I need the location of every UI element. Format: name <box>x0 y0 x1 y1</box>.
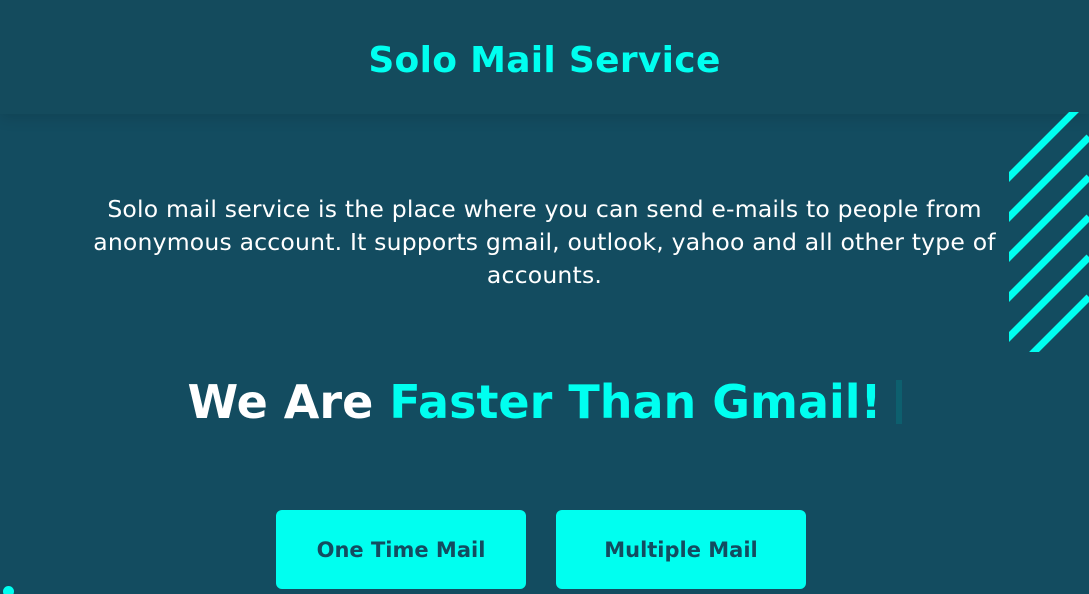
hero-tagline: We Are Faster Than Gmail! <box>0 372 1089 432</box>
site-title[interactable]: Solo Mail Service <box>368 40 720 81</box>
page: Solo Mail Service Solo mail service is t… <box>0 0 1089 594</box>
service-description: Solo mail service is the place where you… <box>93 195 996 289</box>
tagline-lead: We Are <box>187 375 374 429</box>
typing-cursor <box>895 380 902 424</box>
corner-dot-decoration <box>3 586 14 594</box>
tagline-accent: Faster Than Gmail! <box>389 375 882 429</box>
multiple-mail-button[interactable]: Multiple Mail <box>556 510 806 589</box>
site-header: Solo Mail Service <box>0 0 1089 114</box>
one-time-mail-button[interactable]: One Time Mail <box>276 510 526 589</box>
